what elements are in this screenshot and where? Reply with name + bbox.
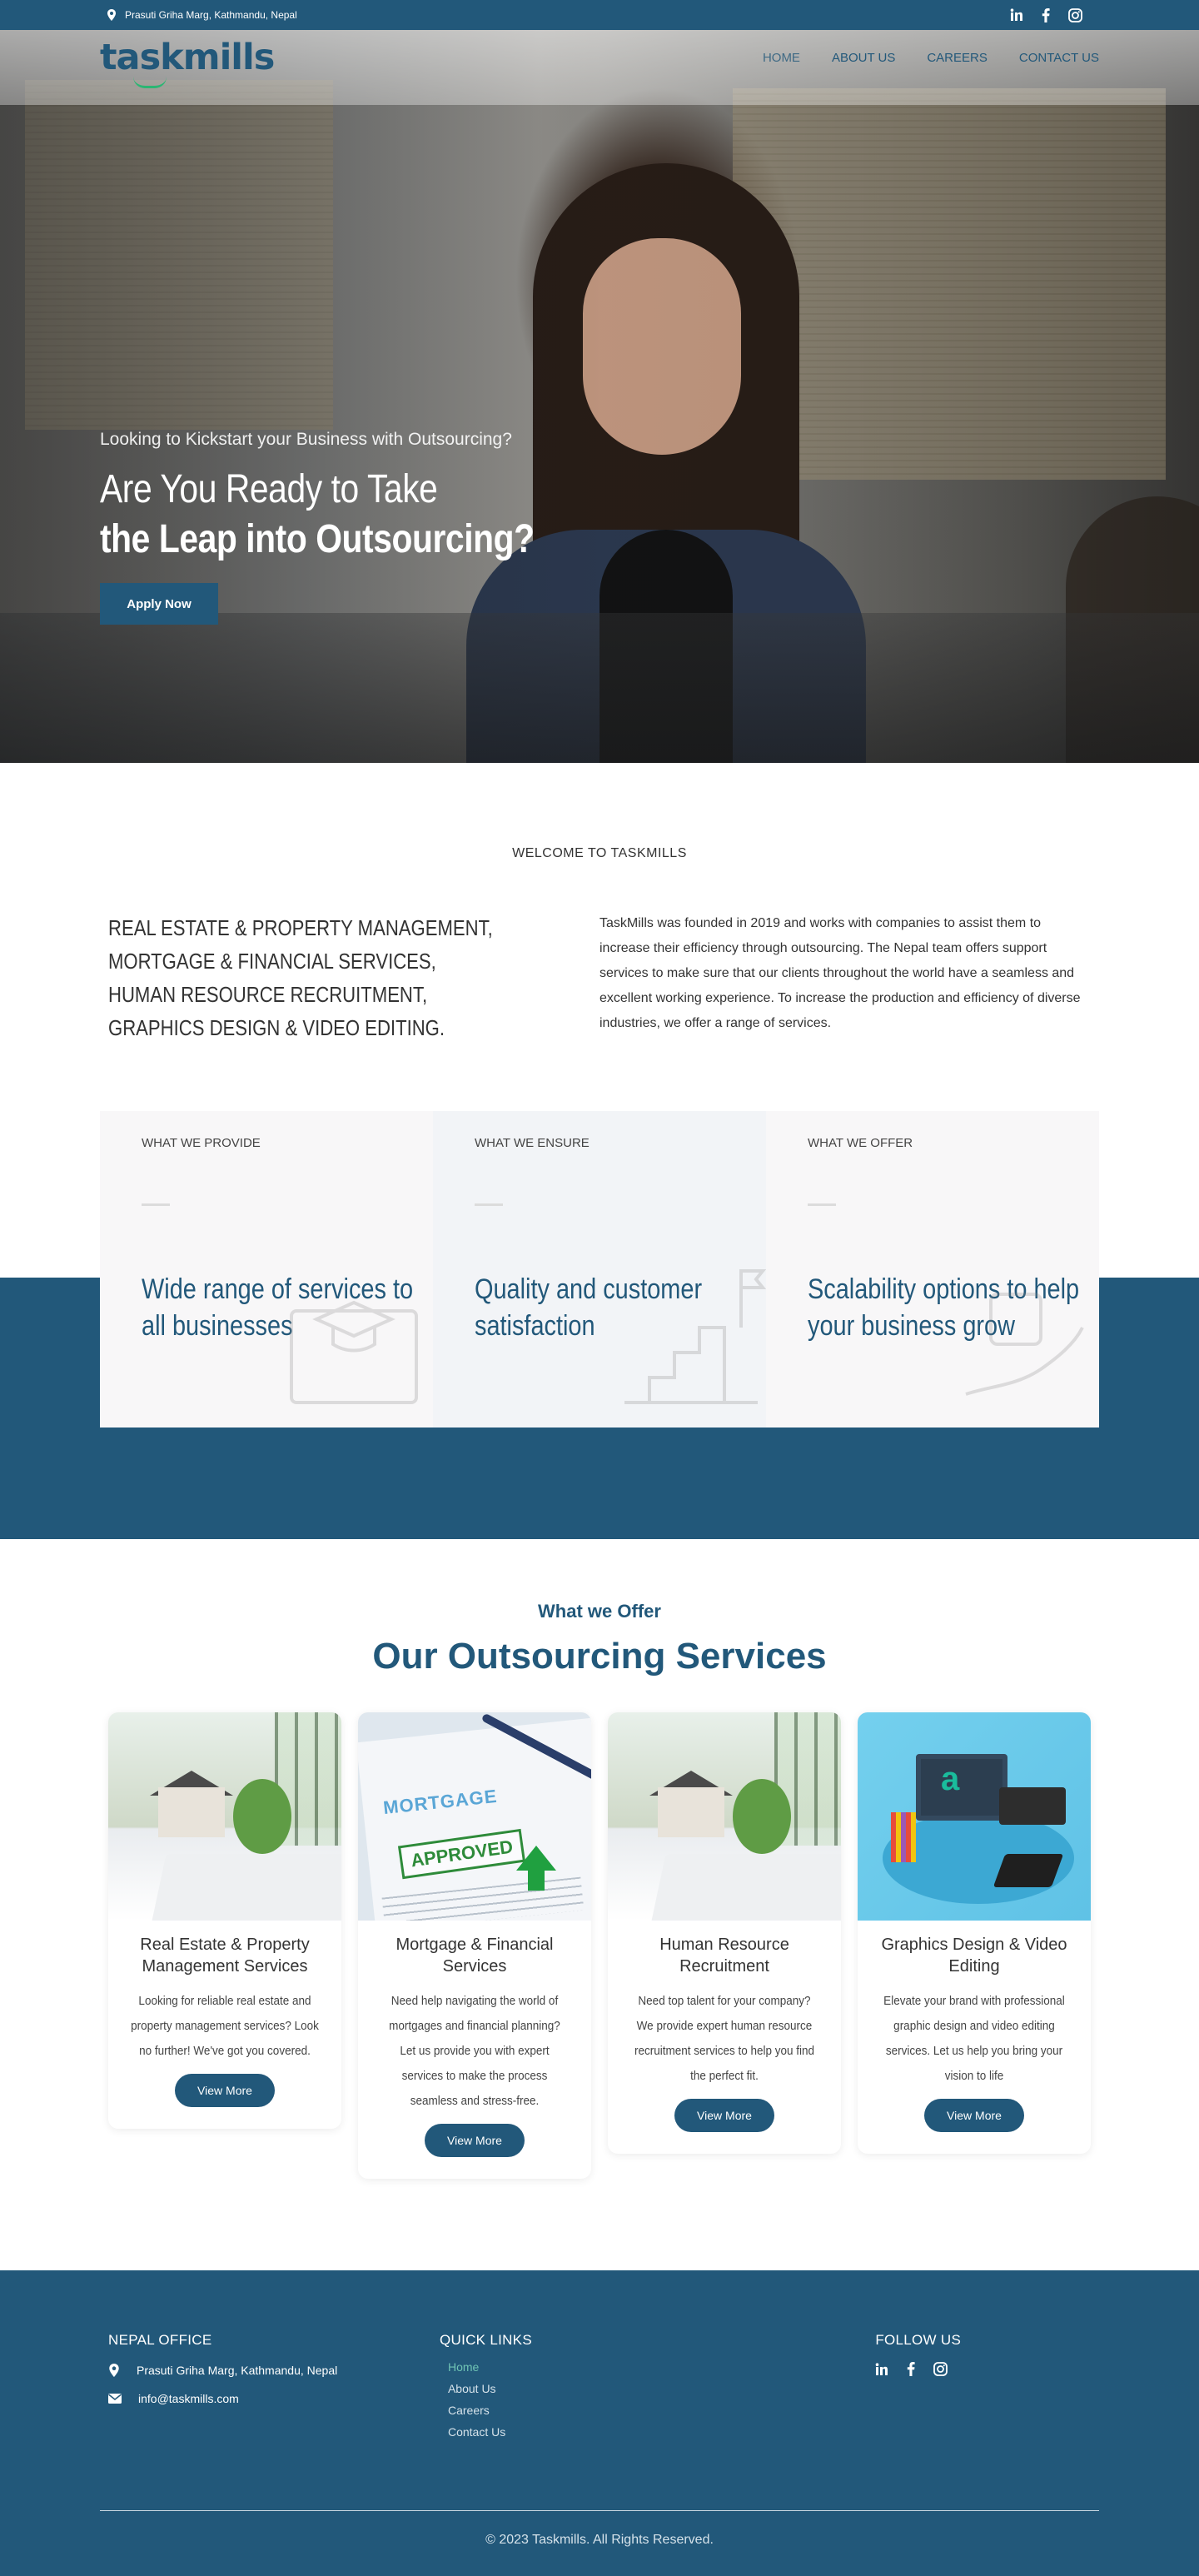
footer-link-home[interactable]: Home bbox=[448, 2360, 875, 2374]
topbar-address: Prasuti Griha Marg, Kathmandu, Nepal bbox=[100, 9, 297, 21]
services-section: What we Offer Our Outsourcing Services R… bbox=[0, 1539, 1199, 2270]
growth-hand-icon bbox=[949, 1261, 1099, 1411]
service-card-title: Graphics Design & Video Editing bbox=[881, 1936, 1067, 1976]
nav-item-careers[interactable]: CAREERS bbox=[927, 51, 988, 65]
envelope-icon bbox=[108, 2394, 122, 2404]
welcome-description: TaskMills was founded in 2019 and works … bbox=[600, 916, 1081, 1030]
feature-divider bbox=[475, 1203, 503, 1206]
service-card-mortgage: MORTGAGE APPROVED Mortgage & Financial S… bbox=[358, 1712, 591, 2179]
linkedin-icon[interactable] bbox=[875, 2362, 888, 2376]
feature-label: WHAT WE OFFER bbox=[808, 1136, 913, 1150]
hero-title: Are You Ready to Take the Leap into Outs… bbox=[100, 465, 535, 565]
welcome-eyebrow: WELCOME TO TASKMILLS bbox=[512, 846, 687, 860]
feature-divider bbox=[142, 1203, 170, 1206]
top-bar: Prasuti Griha Marg, Kathmandu, Nepal bbox=[0, 0, 1199, 30]
welcome-services-heading: REAL ESTATE & PROPERTY MANAGEMENT, MORTG… bbox=[108, 915, 493, 1040]
welcome-section: WELCOME TO TASKMILLS REAL ESTATE & PROPE… bbox=[0, 763, 1199, 1044]
feature-card-provide: WHAT WE PROVIDE Wide range of services t… bbox=[100, 1111, 433, 1428]
hero-kicker: Looking to Kickstart your Business with … bbox=[100, 430, 512, 449]
feature-divider bbox=[808, 1203, 836, 1206]
service-card-text: Need top talent for your company? We pro… bbox=[634, 1994, 815, 2083]
feature-label: WHAT WE ENSURE bbox=[475, 1136, 590, 1150]
main-nav: taskmills HOME ABOUT US CAREERS CONTACT … bbox=[0, 30, 1199, 105]
service-card-title: Mortgage & Financial Services bbox=[396, 1936, 554, 1976]
footer-office-heading: NEPAL OFFICE bbox=[108, 2332, 212, 2348]
nav-menu: HOME ABOUT US CAREERS CONTACT US bbox=[763, 51, 1099, 65]
instagram-icon[interactable] bbox=[933, 2362, 948, 2376]
map-pin-icon bbox=[108, 2364, 120, 2377]
hero-section: taskmills HOME ABOUT US CAREERS CONTACT … bbox=[0, 30, 1199, 763]
hero-title-line2: the Leap into Outsourcing? bbox=[100, 517, 535, 561]
feature-label: WHAT WE PROVIDE bbox=[142, 1136, 261, 1150]
features-section: WHAT WE PROVIDE Wide range of services t… bbox=[0, 1111, 1199, 1539]
service-card-real-estate: Real Estate & Property Management Servic… bbox=[108, 1712, 341, 2129]
graduation-cap-icon bbox=[283, 1261, 433, 1411]
linkedin-icon[interactable] bbox=[1010, 8, 1023, 22]
nav-item-about[interactable]: ABOUT US bbox=[832, 51, 895, 65]
nav-item-home[interactable]: HOME bbox=[763, 51, 800, 65]
design-screen-letter: a bbox=[941, 1761, 960, 1797]
footer: NEPAL OFFICE Prasuti Griha Marg, Kathman… bbox=[0, 2270, 1199, 2576]
footer-quick-links: QUICK LINKS Home About Us Careers Contac… bbox=[440, 2332, 875, 2439]
service-card-title: Human Resource Recruitment bbox=[659, 1936, 789, 1976]
footer-link-careers[interactable]: Careers bbox=[448, 2404, 875, 2417]
footer-address-row: Prasuti Griha Marg, Kathmandu, Nepal bbox=[108, 2364, 440, 2377]
view-more-button[interactable]: View More bbox=[175, 2074, 275, 2107]
house-laptop-image bbox=[108, 1712, 341, 1921]
service-card-text: Elevate your brand with professional gra… bbox=[883, 1994, 1065, 2083]
topbar-address-text: Prasuti Griha Marg, Kathmandu, Nepal bbox=[125, 9, 297, 21]
taskmills-logo[interactable]: taskmills bbox=[100, 37, 275, 88]
footer-copyright: © 2023 Taskmills. All Rights Reserved. bbox=[485, 2533, 714, 2547]
nav-item-contact[interactable]: CONTACT US bbox=[1019, 51, 1099, 65]
footer-link-contact[interactable]: Contact Us bbox=[448, 2425, 875, 2439]
instagram-icon[interactable] bbox=[1068, 7, 1082, 22]
services-subtitle: What we Offer bbox=[538, 1601, 661, 1622]
service-card-hr: Human Resource Recruitment Need top tale… bbox=[608, 1712, 841, 2154]
services-cards: Real Estate & Property Management Servic… bbox=[0, 1712, 1199, 2179]
topbar-social bbox=[1010, 7, 1099, 22]
view-more-button[interactable]: View More bbox=[425, 2124, 525, 2157]
footer-address: Prasuti Griha Marg, Kathmandu, Nepal bbox=[137, 2364, 338, 2377]
design-workstation-image: a bbox=[858, 1712, 1091, 1921]
view-more-button[interactable]: View More bbox=[674, 2099, 774, 2132]
services-title: Our Outsourcing Services bbox=[372, 1636, 827, 1677]
logo-swoosh bbox=[133, 77, 167, 88]
footer-follow-heading: FOLLOW US bbox=[875, 2332, 962, 2348]
footer-office: NEPAL OFFICE Prasuti Griha Marg, Kathman… bbox=[108, 2332, 440, 2439]
footer-link-about[interactable]: About Us bbox=[448, 2382, 875, 2395]
feature-card-offer: WHAT WE OFFER Scalability options to hel… bbox=[766, 1111, 1099, 1428]
service-card-title: Real Estate & Property Management Servic… bbox=[140, 1936, 310, 1976]
footer-follow: FOLLOW US bbox=[875, 2332, 1091, 2439]
facebook-icon[interactable] bbox=[1042, 7, 1050, 22]
hero-title-line1: Are You Ready to Take bbox=[100, 467, 438, 511]
hero-text: Looking to Kickstart your Business with … bbox=[100, 430, 611, 625]
map-pin-icon bbox=[107, 9, 117, 21]
service-card-text: Looking for reliable real estate and pro… bbox=[131, 1994, 319, 2058]
mortgage-approved-image: MORTGAGE APPROVED bbox=[358, 1712, 591, 1921]
footer-email[interactable]: info@taskmills.com bbox=[138, 2392, 239, 2405]
service-card-text: Need help navigating the world of mortga… bbox=[389, 1994, 560, 2108]
footer-email-row: info@taskmills.com bbox=[108, 2392, 440, 2405]
facebook-icon[interactable] bbox=[907, 2362, 915, 2376]
apply-now-button[interactable]: Apply Now bbox=[100, 583, 218, 625]
service-card-graphics: a Graphics Design & Video Editing Elevat… bbox=[858, 1712, 1091, 2154]
feature-card-ensure: WHAT WE ENSURE Quality and customer sati… bbox=[433, 1111, 766, 1428]
house-laptop-image bbox=[608, 1712, 841, 1921]
view-more-button[interactable]: View More bbox=[924, 2099, 1024, 2132]
summit-flag-icon bbox=[616, 1261, 766, 1411]
footer-links-heading: QUICK LINKS bbox=[439, 2332, 532, 2348]
